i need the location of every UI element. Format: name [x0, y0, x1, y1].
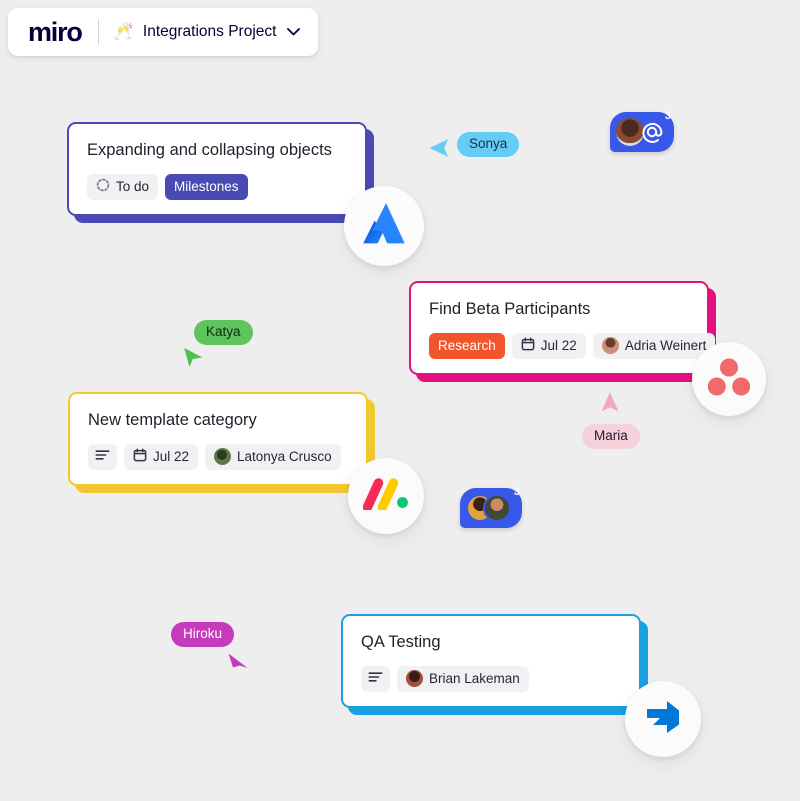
toolbar-divider [97, 19, 99, 45]
status-chip-todo[interactable]: To do [87, 173, 159, 200]
card-chip-row: Research Jul 22 Adria Weinert [429, 332, 716, 359]
avatar [601, 337, 619, 355]
collaborator-count-badge: 3 [513, 486, 520, 498]
card-body[interactable]: Find Beta Participants Research Jul 22 A… [409, 281, 716, 375]
card-body[interactable]: QA Testing Brian Lakeman [341, 614, 641, 708]
assignee-chip[interactable]: Adria Weinert [592, 332, 716, 359]
mention-count-badge: 3 [664, 110, 671, 122]
card-chip-row: To do Milestones [87, 173, 347, 200]
collaborators-bubble[interactable]: 3 [460, 486, 522, 528]
card-expanding-objects[interactable]: Expanding and collapsing objects To do M… [67, 122, 374, 223]
card-chip-row: Brian Lakeman [361, 665, 621, 692]
cursor-label: Hiroku [171, 622, 235, 647]
tag-chip-milestones[interactable]: Milestones [165, 173, 248, 200]
cursor-label: Katya [194, 320, 253, 345]
card-chip-row: Jul 22 Latonya Crusco [88, 443, 348, 470]
project-name-label[interactable]: Integrations Project [143, 23, 277, 41]
assignee-name-label: Brian Lakeman [429, 671, 520, 687]
dotted-circle-icon [96, 178, 110, 195]
chevron-down-icon[interactable] [287, 28, 301, 36]
assignee-chip[interactable]: Brian Lakeman [397, 665, 529, 692]
tag-chip-label: Research [438, 338, 496, 354]
assignee-name-label: Adria Weinert [624, 338, 707, 354]
atlassian-logo-icon [361, 202, 407, 251]
description-chip[interactable] [361, 665, 390, 692]
date-chip-label: Jul 22 [153, 449, 190, 465]
mention-bubble[interactable]: 3 [610, 110, 674, 152]
cursor-pointer-icon [183, 346, 205, 373]
status-chip-label: To do [116, 179, 150, 195]
card-title: QA Testing [361, 633, 441, 651]
calendar-icon [133, 448, 147, 465]
card-body[interactable]: Expanding and collapsing objects To do M… [67, 122, 367, 216]
avatar [214, 448, 232, 466]
card-body[interactable]: New template category Jul 22 Latonya Cru… [68, 392, 368, 486]
cursor-pointer-icon [600, 391, 620, 418]
asana-logo-icon [707, 358, 751, 401]
assignee-name-label: Latonya Crusco [237, 449, 332, 465]
miro-board-canvas[interactable]: miro 🥂 Integrations Project Expanding an… [0, 0, 800, 801]
card-new-template-category[interactable]: New template category Jul 22 Latonya Cru… [68, 392, 375, 493]
app-logo-asana[interactable] [692, 342, 766, 416]
at-mention-icon [641, 120, 665, 144]
app-logo-atlassian[interactable] [344, 186, 424, 266]
description-lines-icon [368, 671, 383, 686]
cursor-pointer-icon [428, 138, 450, 163]
avatar [406, 670, 423, 688]
tag-chip-research[interactable]: Research [429, 332, 505, 359]
cursor-pointer-icon [227, 647, 249, 674]
app-logo-azure-devops[interactable] [625, 681, 701, 757]
app-logo-monday[interactable] [348, 458, 424, 534]
description-lines-icon [95, 449, 110, 464]
miro-logo[interactable]: miro [28, 18, 83, 46]
azure-devops-logo-icon [641, 697, 685, 742]
monday-logo-icon [362, 477, 409, 515]
date-chip[interactable]: Jul 22 [511, 332, 586, 359]
card-title: Expanding and collapsing objects [87, 141, 332, 159]
tag-chip-label: Milestones [174, 179, 239, 195]
card-title: Find Beta Participants [429, 300, 591, 318]
cursor-label: Maria [582, 424, 640, 449]
party-popper-icon: 🥂 [112, 22, 134, 41]
avatar [483, 494, 511, 522]
card-qa-testing[interactable]: QA Testing Brian Lakeman [341, 614, 648, 715]
date-chip-label: Jul 22 [540, 338, 577, 354]
description-chip[interactable] [88, 443, 117, 470]
cursor-label: Sonya [457, 132, 520, 157]
top-bar: miro 🥂 Integrations Project [8, 8, 319, 56]
assignee-chip[interactable]: Latonya Crusco [205, 443, 341, 470]
calendar-icon [521, 337, 535, 354]
avatar [616, 118, 644, 146]
card-find-beta-participants[interactable]: Find Beta Participants Research Jul 22 A… [409, 281, 716, 382]
card-title: New template category [88, 411, 257, 429]
date-chip[interactable]: Jul 22 [124, 443, 199, 470]
